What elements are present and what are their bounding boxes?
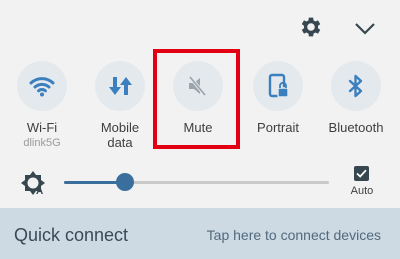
brightness-auto-icon: A [20, 170, 46, 197]
svg-text:A: A [36, 186, 43, 196]
toggle-wifi-network: dlink5G [23, 137, 61, 149]
toggle-bluetooth-label: Bluetooth [328, 120, 384, 135]
toggle-portrait[interactable]: Portrait [240, 58, 316, 153]
expand-panel-button[interactable] [352, 15, 378, 41]
toggle-mobile-data-label: Mobile data [100, 120, 140, 150]
mobile-data-icon [109, 77, 132, 95]
checkmark-icon [356, 169, 367, 178]
quick-connect-hint: Tap here to connect devices [206, 227, 381, 243]
chevron-down-icon [355, 23, 375, 35]
toggle-mobile-data[interactable]: Mobile data [82, 58, 158, 153]
quick-settings-toggles: Wi-Fi dlink5G Mobile data Mute Portrait … [0, 58, 400, 153]
bluetooth-icon [348, 74, 363, 98]
toggle-mute-label: Mute [183, 120, 213, 135]
quick-panel-header [0, 0, 400, 55]
toggle-portrait-label: Portrait [257, 120, 299, 135]
toggle-mobile-data-circle [95, 61, 145, 111]
auto-brightness-label: Auto [350, 185, 374, 197]
toggle-bluetooth-circle [331, 61, 381, 111]
quick-connect-bar[interactable]: Quick connect Tap here to connect device… [0, 208, 400, 259]
settings-button[interactable] [298, 14, 324, 40]
auto-brightness-checkbox[interactable] [354, 166, 369, 181]
brightness-slider[interactable] [64, 173, 329, 191]
toggle-mute[interactable]: Mute [160, 58, 236, 153]
toggle-mute-circle [173, 61, 223, 111]
toggle-wifi-label: Wi-Fi [26, 120, 58, 135]
toggle-bluetooth[interactable]: Bluetooth [318, 58, 394, 153]
quick-connect-title: Quick connect [14, 225, 129, 245]
toggle-wifi[interactable]: Wi-Fi dlink5G [4, 58, 80, 153]
portrait-lock-icon [268, 73, 289, 98]
wifi-icon [29, 77, 55, 97]
toggle-wifi-circle [17, 61, 67, 111]
brightness-slider-thumb[interactable] [115, 173, 134, 191]
mute-icon [188, 75, 207, 97]
toggle-portrait-circle [253, 61, 303, 111]
gear-icon [301, 17, 321, 37]
